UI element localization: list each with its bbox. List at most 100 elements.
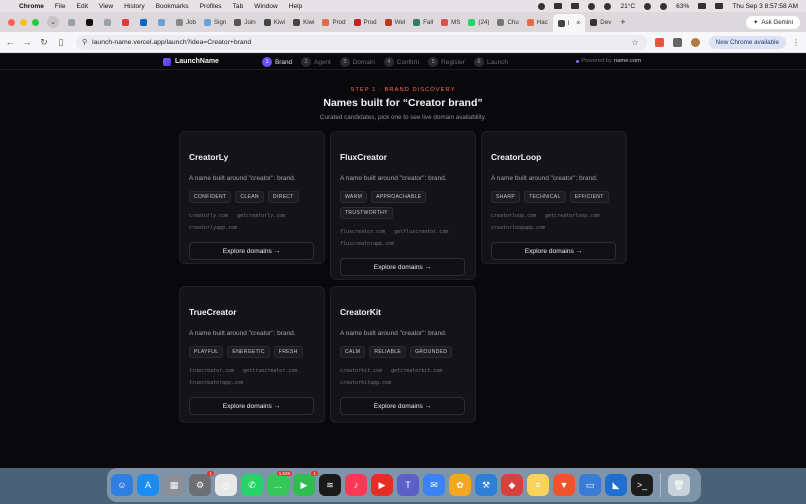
notes-icon[interactable]: ≡ bbox=[527, 474, 549, 496]
brave-icon[interactable]: ▼ bbox=[553, 474, 575, 496]
app-store-icon[interactable]: A bbox=[137, 474, 159, 496]
browser-tab[interactable] bbox=[65, 14, 81, 30]
browser-tab[interactable]: Kiwi bbox=[261, 14, 288, 30]
chrome-menu-icon[interactable]: ⋮ bbox=[792, 38, 800, 47]
browser-tab[interactable]: MS bbox=[438, 14, 463, 30]
explore-domains-button[interactable]: Explore domains → bbox=[491, 242, 616, 260]
side-panel-icon[interactable]: ▯ bbox=[54, 37, 68, 48]
teams-icon[interactable]: T bbox=[397, 474, 419, 496]
dock-glyph: 🗑 bbox=[673, 479, 685, 490]
browser-tab[interactable]: Join bbox=[231, 14, 258, 30]
trash-icon[interactable]: 🗑 bbox=[668, 474, 690, 496]
mail-icon[interactable]: ✉ bbox=[423, 474, 445, 496]
step-confirm[interactable]: 4 Confirm bbox=[383, 57, 419, 67]
browser-tab[interactable]: Dev bbox=[587, 14, 614, 30]
step-agent[interactable]: 2 Agent bbox=[301, 57, 331, 67]
menu-window[interactable]: Window bbox=[254, 3, 277, 10]
address-bar[interactable]: ⚲ launch-name.vercel.app/launch?idea=Cre… bbox=[76, 34, 647, 50]
bookmark-star-icon[interactable]: ☆ bbox=[631, 38, 638, 47]
menu-history[interactable]: History bbox=[124, 3, 145, 10]
browser-tab[interactable]: Wel bbox=[382, 14, 409, 30]
site-info-icon[interactable]: ⚲ bbox=[82, 38, 87, 46]
profile-avatar[interactable] bbox=[690, 37, 700, 47]
menu-edit[interactable]: Edit bbox=[77, 3, 88, 10]
browser-tab[interactable] bbox=[155, 14, 171, 30]
vscode-icon[interactable]: ◣ bbox=[605, 474, 627, 496]
ask-gemini-button[interactable]: ✦ Ask Gemini bbox=[746, 15, 800, 29]
whatsapp-icon[interactable]: ✆ bbox=[241, 474, 263, 496]
finder-icon[interactable]: ☺ bbox=[111, 474, 133, 496]
spotify-icon[interactable]: ≋ bbox=[319, 474, 341, 496]
zoom-window-button[interactable] bbox=[32, 18, 39, 26]
photos-icon[interactable]: ✿ bbox=[449, 474, 471, 496]
browser-tab[interactable] bbox=[119, 14, 135, 30]
remote-desktop-icon[interactable]: ▭ bbox=[579, 474, 601, 496]
terminal-icon[interactable]: >_ bbox=[631, 474, 653, 496]
new-tab-button[interactable]: + bbox=[620, 17, 625, 27]
browser-tab[interactable] bbox=[137, 14, 153, 30]
dock-glyph: ▼ bbox=[559, 480, 569, 490]
menu-view[interactable]: View bbox=[99, 3, 113, 10]
browser-tab[interactable]: Prod bbox=[319, 14, 348, 30]
launchpad-icon[interactable]: ▦ bbox=[163, 474, 185, 496]
browser-tab[interactable]: Fall bbox=[410, 14, 436, 30]
control-center-icon[interactable] bbox=[715, 3, 724, 9]
youtube-icon[interactable]: ▶ bbox=[371, 474, 393, 496]
messages-icon[interactable]: … 1,526 bbox=[267, 471, 292, 496]
menu-bookmarks[interactable]: Bookmarks bbox=[156, 3, 189, 10]
explore-domains-button[interactable]: Explore domains → bbox=[189, 242, 314, 260]
extensions-puzzle-icon[interactable] bbox=[672, 37, 682, 47]
menu-profiles[interactable]: Profiles bbox=[200, 3, 222, 10]
status-app-icon[interactable] bbox=[538, 2, 546, 10]
explore-domains-button[interactable]: Explore domains → bbox=[340, 397, 465, 415]
minimize-window-button[interactable] bbox=[20, 18, 27, 26]
close-window-button[interactable] bbox=[8, 18, 15, 26]
browser-tab[interactable] bbox=[83, 14, 99, 30]
weather-icon[interactable] bbox=[604, 2, 612, 10]
new-chrome-available-button[interactable]: New Chrome available bbox=[708, 35, 786, 49]
menu-help[interactable]: Help bbox=[289, 3, 303, 10]
battery-icon[interactable] bbox=[698, 3, 707, 9]
system-settings-icon[interactable]: ⚙ 1 bbox=[189, 471, 214, 496]
forward-button[interactable]: → bbox=[20, 37, 34, 47]
reload-button[interactable]: ↻ bbox=[37, 37, 51, 48]
weather-temp[interactable]: 21°C bbox=[620, 3, 635, 10]
headphones-icon[interactable] bbox=[660, 2, 668, 10]
browser-tab[interactable]: Hac bbox=[524, 14, 551, 30]
status-extension-icon[interactable] bbox=[554, 3, 563, 9]
display-icon[interactable] bbox=[571, 3, 580, 9]
menu-app-name[interactable]: Chrome bbox=[19, 3, 44, 10]
facetime-icon[interactable]: ▶ 1 bbox=[293, 471, 318, 496]
browser-tab[interactable] bbox=[101, 14, 117, 30]
explore-domains-button[interactable]: Explore domains → bbox=[189, 397, 314, 415]
tab-favicon-icon bbox=[322, 18, 330, 26]
browser-tab-active[interactable]: l × bbox=[552, 14, 586, 32]
browser-tab[interactable]: Prod bbox=[351, 14, 380, 30]
browser-tab[interactable]: Kiwi bbox=[290, 14, 317, 30]
extension-icon[interactable] bbox=[654, 37, 664, 47]
browser-tab[interactable]: (24) bbox=[465, 14, 492, 30]
tab-search-icon[interactable]: ⌄ bbox=[47, 16, 59, 28]
domain-suggestion: creatorloopapp.com bbox=[491, 225, 546, 231]
menu-file[interactable]: File bbox=[55, 3, 66, 10]
chrome-icon[interactable]: ◎ bbox=[215, 474, 237, 496]
wifi-icon[interactable] bbox=[644, 2, 652, 10]
menubar-clock[interactable]: Thu Sep 3 8:57:58 AM bbox=[732, 3, 798, 10]
media-icon[interactable] bbox=[588, 2, 596, 10]
battery-percent[interactable]: 63% bbox=[676, 3, 689, 10]
step-register[interactable]: 5 Register bbox=[428, 57, 465, 67]
browser-tab[interactable]: Chu bbox=[494, 14, 521, 30]
menu-tab[interactable]: Tab bbox=[233, 3, 244, 10]
xcode-icon[interactable]: ⚒ bbox=[475, 474, 497, 496]
app-brand[interactable]: LaunchName bbox=[163, 57, 219, 66]
back-button[interactable]: ← bbox=[3, 37, 17, 47]
music-icon[interactable]: ♪ bbox=[345, 474, 367, 496]
step-brand[interactable]: 1 Brand bbox=[262, 57, 292, 67]
red-app-icon[interactable]: ◆ bbox=[501, 474, 523, 496]
step-domain[interactable]: 3 Domain bbox=[339, 57, 375, 67]
explore-domains-button[interactable]: Explore domains → bbox=[340, 258, 465, 276]
close-tab-icon[interactable]: × bbox=[576, 20, 580, 27]
step-launch[interactable]: 6 Launch bbox=[473, 57, 508, 67]
browser-tab[interactable]: Sign bbox=[201, 14, 229, 30]
browser-tab[interactable]: Job bbox=[173, 14, 199, 30]
